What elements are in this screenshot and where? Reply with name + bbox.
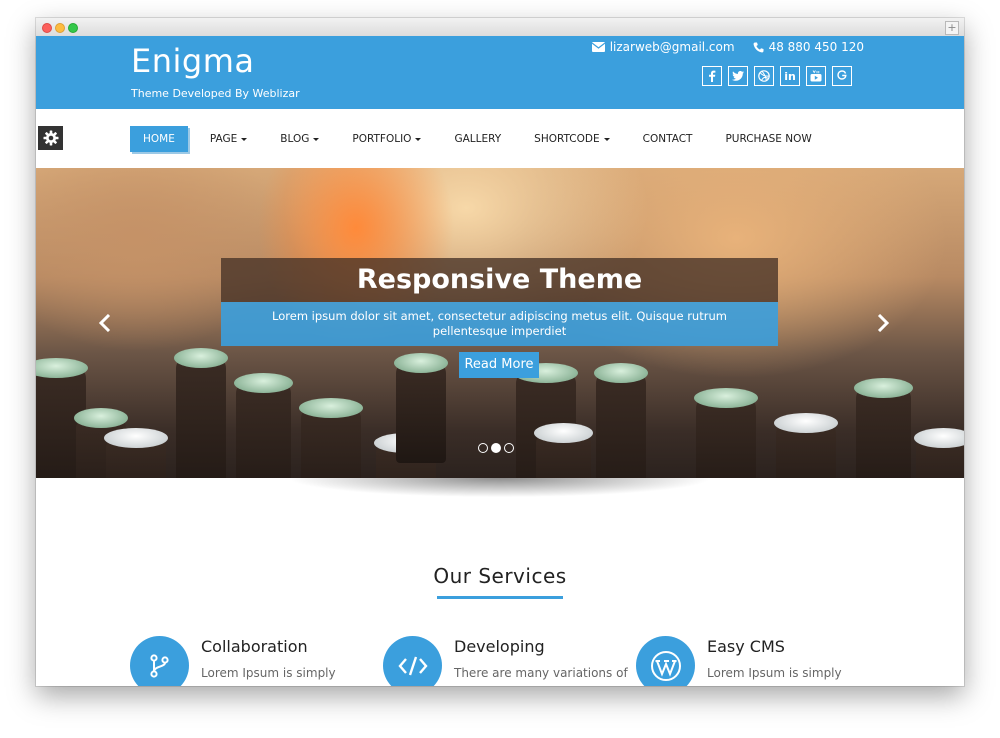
service-description: Lorem Ipsum is simply [201, 666, 336, 680]
slide-indicator-2[interactable] [491, 443, 501, 453]
hero-slider: Responsive Theme Lorem ipsum dolor sit a… [36, 168, 964, 478]
read-more-button[interactable]: Read More [459, 352, 539, 378]
hero-title: Responsive Theme [221, 258, 778, 302]
service-title: Developing [454, 637, 545, 656]
service-title: Collaboration [201, 637, 308, 656]
caret-down-icon [241, 137, 248, 141]
nav-item-contact[interactable]: CONTACT [627, 126, 709, 152]
nav-menu: HOME PAGE BLOG PORTFOLIO GALLERY SHORTCO… [130, 126, 829, 152]
slide-indicator-1[interactable] [478, 443, 488, 453]
hero-shadow [236, 478, 764, 502]
caret-down-icon [415, 137, 422, 141]
service-collaboration: Collaboration Lorem Ipsum is simply [130, 636, 370, 686]
facebook-icon[interactable] [702, 66, 722, 86]
hero-subtitle: Lorem ipsum dolor sit amet, consectetur … [221, 302, 778, 346]
slider-next-button[interactable] [874, 311, 892, 335]
site-tagline: Theme Developed By Weblizar [131, 87, 300, 100]
nav-item-home[interactable]: HOME [130, 126, 188, 152]
nav-item-portfolio[interactable]: PORTFOLIO [336, 126, 437, 152]
new-tab-button[interactable]: + [945, 21, 959, 35]
dribbble-icon[interactable] [754, 66, 774, 86]
nav-item-blog[interactable]: BLOG [264, 126, 335, 152]
code-icon [397, 656, 428, 675]
gear-icon [43, 130, 58, 146]
envelope-icon [591, 42, 605, 52]
chevron-left-icon [99, 314, 111, 332]
contact-email[interactable]: lizarweb@gmail.com [610, 40, 735, 54]
service-developing: Developing There are many variations of [383, 636, 628, 686]
services-heading-underline [437, 596, 563, 599]
twitter-icon[interactable] [728, 66, 748, 86]
chevron-right-icon [877, 314, 889, 332]
site-header: Enigma Theme Developed By Weblizar lizar… [36, 36, 964, 109]
linkedin-icon[interactable]: in [780, 66, 800, 86]
main-navigation: HOME PAGE BLOG PORTFOLIO GALLERY SHORTCO… [36, 109, 964, 168]
git-branch-icon [149, 653, 169, 678]
site-logo[interactable]: Enigma [131, 42, 254, 80]
service-easy-cms: Easy CMS Lorem Ipsum is simply [636, 636, 876, 686]
service-description: Lorem Ipsum is simply [707, 666, 842, 680]
youtube-icon[interactable] [806, 66, 826, 86]
close-window-button[interactable] [42, 23, 52, 33]
contact-phone: 48 880 450 120 [768, 40, 864, 54]
caret-down-icon [313, 137, 320, 141]
window-titlebar: + [36, 18, 964, 37]
slider-indicators [478, 443, 514, 453]
browser-window: + Enigma Theme Developed By Weblizar liz… [36, 18, 964, 686]
google-plus-icon[interactable] [832, 66, 852, 86]
minimize-window-button[interactable] [55, 23, 65, 33]
slide-indicator-3[interactable] [504, 443, 514, 453]
service-title: Easy CMS [707, 637, 785, 656]
caret-down-icon [603, 137, 610, 141]
nav-item-purchase-now[interactable]: PURCHASE NOW [709, 126, 827, 152]
wordpress-icon [650, 650, 681, 681]
contact-info: lizarweb@gmail.com 48 880 450 120 [591, 40, 864, 54]
service-icon-circle [636, 636, 695, 686]
service-icon-circle [130, 636, 189, 686]
settings-toggle[interactable] [38, 126, 63, 150]
social-links: in [702, 66, 852, 86]
services-heading: Our Services [433, 564, 567, 588]
nav-item-gallery[interactable]: GALLERY [438, 126, 517, 152]
service-icon-circle [383, 636, 442, 686]
maximize-window-button[interactable] [68, 23, 78, 33]
nav-item-page[interactable]: PAGE [194, 126, 263, 152]
service-description: There are many variations of [454, 666, 628, 680]
phone-icon [753, 42, 764, 52]
slider-prev-button[interactable] [96, 311, 114, 335]
nav-item-shortcode[interactable]: SHORTCODE [518, 126, 625, 152]
